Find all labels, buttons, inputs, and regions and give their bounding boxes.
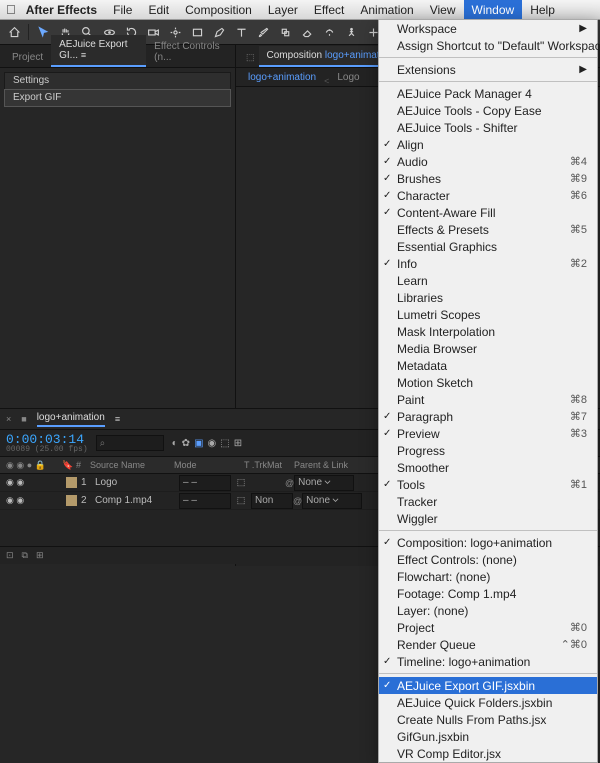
layer-name: Comp 1.mp4 xyxy=(95,495,179,506)
menu-item[interactable]: ✓Align xyxy=(379,136,597,153)
left-panel-tabs: Project AEJuice Export GI... ≡ Effect Co… xyxy=(0,45,235,68)
menu-item[interactable]: AEJuice Tools - Shifter xyxy=(379,119,597,136)
menu-item[interactable]: AEJuice Pack Manager 4 xyxy=(379,85,597,102)
menu-item[interactable]: Essential Graphics xyxy=(379,238,597,255)
menu-item[interactable]: AEJuice Quick Folders.jsxbin xyxy=(379,694,597,711)
tab-aejuice-export-gif[interactable]: AEJuice Export GI... ≡ xyxy=(51,35,146,67)
app-menu[interactable]: After Effects xyxy=(18,0,105,19)
subtab-logo[interactable]: Logo xyxy=(329,69,367,86)
menu-item[interactable]: Flowchart: (none) xyxy=(379,568,597,585)
trkmat-select[interactable]: Non xyxy=(251,493,293,509)
menu-item[interactable]: ✓AEJuice Export GIF.jsxbin xyxy=(379,677,597,694)
os-menubar:  After Effects File Edit Composition La… xyxy=(0,0,600,20)
text-tool-icon[interactable] xyxy=(231,22,251,42)
menu-item[interactable]: Smoother xyxy=(379,459,597,476)
menu-item[interactable]: Effect Controls: (none) xyxy=(379,551,597,568)
menu-item[interactable]: Render Queue⌃⌘0 xyxy=(379,636,597,653)
subtab-logo-animation[interactable]: logo+animation xyxy=(240,69,324,86)
mode-select[interactable]: – – xyxy=(179,475,231,491)
menu-item[interactable]: Lumetri Scopes xyxy=(379,306,597,323)
list-item-export-gif[interactable]: Export GIF xyxy=(4,89,231,107)
menu-item[interactable]: Workspace▶ xyxy=(379,20,597,37)
timecode-sub: 00089 (25.00 fps) xyxy=(6,445,88,454)
timeline-comp-tab[interactable]: logo+animation xyxy=(37,412,105,427)
apple-menu[interactable]:  xyxy=(6,2,16,17)
menu-layer[interactable]: Layer xyxy=(260,0,306,19)
menu-item[interactable]: GifGun.jsxbin xyxy=(379,728,597,745)
menu-item[interactable]: Layer: (none) xyxy=(379,602,597,619)
menu-composition[interactable]: Composition xyxy=(177,0,260,19)
menu-file[interactable]: File xyxy=(105,0,140,19)
mode-select[interactable]: – – xyxy=(179,493,231,509)
menu-edit[interactable]: Edit xyxy=(140,0,177,19)
menu-item[interactable]: ✓Info⌘2 xyxy=(379,255,597,272)
roto-tool-icon[interactable] xyxy=(319,22,339,42)
menu-item[interactable]: ✓Content-Aware Fill xyxy=(379,204,597,221)
layer-name: Logo xyxy=(95,477,179,488)
menu-view[interactable]: View xyxy=(422,0,464,19)
shy-icon[interactable]: ⊡ xyxy=(6,550,14,561)
pickwhip-icon[interactable]: @ xyxy=(293,496,302,506)
menu-item[interactable]: Tracker xyxy=(379,493,597,510)
pickwhip-icon[interactable]: @ xyxy=(285,478,294,488)
menu-item[interactable]: Footage: Comp 1.mp4 xyxy=(379,585,597,602)
layer-search-input[interactable] xyxy=(96,435,164,451)
selection-tool-icon[interactable] xyxy=(33,22,53,42)
menu-item[interactable]: ✓Audio⌘4 xyxy=(379,153,597,170)
menu-item[interactable]: Learn xyxy=(379,272,597,289)
menu-item[interactable]: Extensions▶ xyxy=(379,61,597,78)
menu-item[interactable]: AEJuice Tools - Copy Ease xyxy=(379,102,597,119)
menu-item[interactable]: ✓Paragraph⌘7 xyxy=(379,408,597,425)
menu-item[interactable]: ✓Preview⌘3 xyxy=(379,425,597,442)
menu-item[interactable]: Libraries xyxy=(379,289,597,306)
menu-item[interactable]: Paint⌘8 xyxy=(379,391,597,408)
parent-select[interactable]: None xyxy=(294,475,354,491)
menu-item[interactable]: ✓Timeline: logo+animation xyxy=(379,653,597,670)
menu-item[interactable]: Mask Interpolation xyxy=(379,323,597,340)
parent-select[interactable]: None xyxy=(302,493,362,509)
clone-tool-icon[interactable] xyxy=(275,22,295,42)
frame-blend-icon[interactable]: ⧉ xyxy=(22,550,28,561)
menu-item[interactable]: ✓Character⌘6 xyxy=(379,187,597,204)
menu-item[interactable]: ✓Tools⌘1 xyxy=(379,476,597,493)
tab-effect-controls[interactable]: Effect Controls (n... xyxy=(146,37,231,67)
eraser-tool-icon[interactable] xyxy=(297,22,317,42)
menu-window[interactable]: Window xyxy=(464,0,523,19)
menu-item[interactable]: Motion Sketch xyxy=(379,374,597,391)
window-menu-dropdown: Workspace▶Assign Shortcut to "Default" W… xyxy=(378,19,598,763)
color-swatch[interactable] xyxy=(66,477,77,488)
menu-item[interactable]: Project⌘0 xyxy=(379,619,597,636)
menu-item[interactable]: VR Comp Editor.jsx xyxy=(379,745,597,762)
menu-animation[interactable]: Animation xyxy=(352,0,421,19)
menu-help[interactable]: Help xyxy=(522,0,563,19)
color-swatch[interactable] xyxy=(66,495,77,506)
menu-item[interactable]: Progress xyxy=(379,442,597,459)
panel-label: Composition xyxy=(267,50,323,61)
menu-item[interactable]: Effects & Presets⌘5 xyxy=(379,221,597,238)
menu-item[interactable]: Wiggler xyxy=(379,510,597,527)
menu-item[interactable]: Metadata xyxy=(379,357,597,374)
menu-item[interactable]: Create Nulls From Paths.jsx xyxy=(379,711,597,728)
menu-item[interactable]: ✓Composition: logo+animation xyxy=(379,534,597,551)
brush-tool-icon[interactable] xyxy=(253,22,273,42)
timeline-switches[interactable]: ◐✿▣◉⬚⊞ xyxy=(172,438,242,449)
menu-item[interactable]: ✓Brushes⌘9 xyxy=(379,170,597,187)
puppet-tool-icon[interactable] xyxy=(341,22,361,42)
menu-effect[interactable]: Effect xyxy=(306,0,352,19)
list-item-settings[interactable]: Settings xyxy=(4,72,231,90)
toolbar-separator xyxy=(28,24,29,40)
menu-item[interactable]: Assign Shortcut to "Default" Workspace▶ xyxy=(379,37,597,54)
motion-blur-icon[interactable]: ⊞ xyxy=(36,550,44,561)
menu-item[interactable]: Media Browser xyxy=(379,340,597,357)
tab-project[interactable]: Project xyxy=(4,48,51,67)
home-icon[interactable] xyxy=(4,22,24,42)
